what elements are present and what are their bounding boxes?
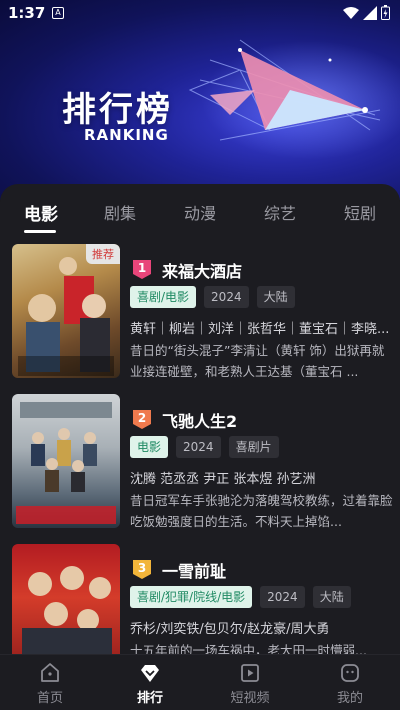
nav-profile-label: 我的: [336, 691, 363, 706]
movie-tags: 喜剧/犯罪/院线/电影 2024 大陆: [130, 586, 351, 608]
region-tag: 大陆: [256, 286, 295, 308]
nav-home-label: 首页: [36, 691, 63, 706]
movie-title[interactable]: 飞驰人生2: [162, 408, 237, 432]
year-tag: 2024: [260, 586, 305, 608]
genre-tag: 电影: [130, 436, 169, 458]
nav-home[interactable]: 首页: [0, 661, 100, 706]
status-icons: [343, 5, 390, 20]
paper-plane-icon: [188, 39, 381, 141]
home-icon: [41, 663, 59, 682]
movie-description: 昔日的“街头混子”李清让（黄轩 饰）出狱再就业接连碰壁，和老熟人王达基（董宝石 …: [130, 343, 385, 379]
rank-number: 2: [137, 411, 147, 425]
year-tag: 2024: [176, 436, 221, 458]
genre-tag: 喜剧/犯罪/院线/电影: [130, 586, 253, 608]
genre-tag: 喜剧/电影: [130, 286, 197, 308]
movie-description: 昔日冠军车手张驰沦为落魄驾校教练，过着靠脸吃饭勉强度日的生活。不料天上掉馅...: [130, 493, 393, 529]
movie-tags: 喜剧/电影 2024 大陆: [130, 286, 295, 308]
movie-cast: 乔杉/刘奕铁/包贝尔/赵龙豪/周大勇: [130, 622, 330, 637]
ranking-item[interactable]: 2 飞驰人生2 电影 2024 喜剧片 沈腾 范丞丞 尹正 张本煜 孙艺洲 昔日…: [12, 394, 400, 529]
ranking-content: 电影 剧集 动漫 综艺 短剧 推荐 1 来福大酒店 喜剧/电影 2024 大陆: [0, 184, 400, 678]
tab-variety[interactable]: 综艺: [264, 200, 296, 224]
year-tag: 2024: [204, 286, 249, 308]
movie-title[interactable]: 一雪前耻: [162, 558, 226, 582]
ranking-item[interactable]: 推荐 1 来福大酒店 喜剧/电影 2024 大陆 黄轩｜柳岩｜刘洋｜张哲华｜董宝…: [12, 244, 400, 379]
nav-ranking-label: 排行: [136, 691, 163, 706]
nav-short-video-label: 短视频: [230, 691, 270, 706]
status-bar: 1:37 A: [0, 0, 400, 28]
ranking-diamond-icon: [141, 665, 159, 682]
wifi-icon: [343, 6, 359, 19]
profile-icon: [341, 664, 359, 682]
movie-poster[interactable]: [12, 394, 120, 528]
tab-anime[interactable]: 动漫: [184, 200, 216, 224]
tab-short-drama[interactable]: 短剧: [344, 200, 376, 224]
tab-movies[interactable]: 电影: [24, 200, 58, 225]
movie-cast: 黄轩｜柳岩｜刘洋｜张哲华｜董宝石｜李晓...: [130, 322, 390, 337]
banner-subtitle: RANKING: [84, 126, 169, 144]
nav-short-video[interactable]: 短视频: [200, 661, 300, 706]
region-tag: 大陆: [312, 586, 351, 608]
battery-icon: [381, 5, 390, 20]
poster-art: [18, 257, 114, 376]
movie-poster[interactable]: 推荐: [12, 244, 120, 378]
category-tag: 喜剧片: [228, 436, 279, 458]
active-tab-indicator: [24, 230, 56, 233]
movie-title[interactable]: 来福大酒店: [162, 258, 242, 282]
nav-profile[interactable]: 我的: [300, 661, 400, 706]
movie-tags: 电影 2024 喜剧片: [130, 436, 279, 458]
tab-series[interactable]: 剧集: [104, 200, 136, 224]
poster-art: [16, 402, 116, 524]
category-tabs: 电影 剧集 动漫 综艺 短剧: [0, 184, 400, 236]
recommend-badge: 推荐: [86, 244, 120, 264]
play-icon: [241, 664, 259, 682]
signal-icon: [363, 5, 377, 20]
notification-icon: A: [52, 7, 64, 19]
nav-ranking[interactable]: 排行: [100, 661, 200, 706]
ranking-banner: 1:37 A 排行榜 RANKING: [0, 0, 400, 200]
movie-cast: 沈腾 范丞丞 尹正 张本煜 孙艺洲: [130, 472, 316, 487]
rank-number: 3: [137, 561, 147, 575]
status-time: 1:37: [8, 4, 46, 22]
bottom-navigation: 首页 排行 短视频 我的: [0, 654, 400, 710]
banner-title: 排行榜: [62, 90, 173, 130]
rank-number: 1: [137, 261, 147, 275]
